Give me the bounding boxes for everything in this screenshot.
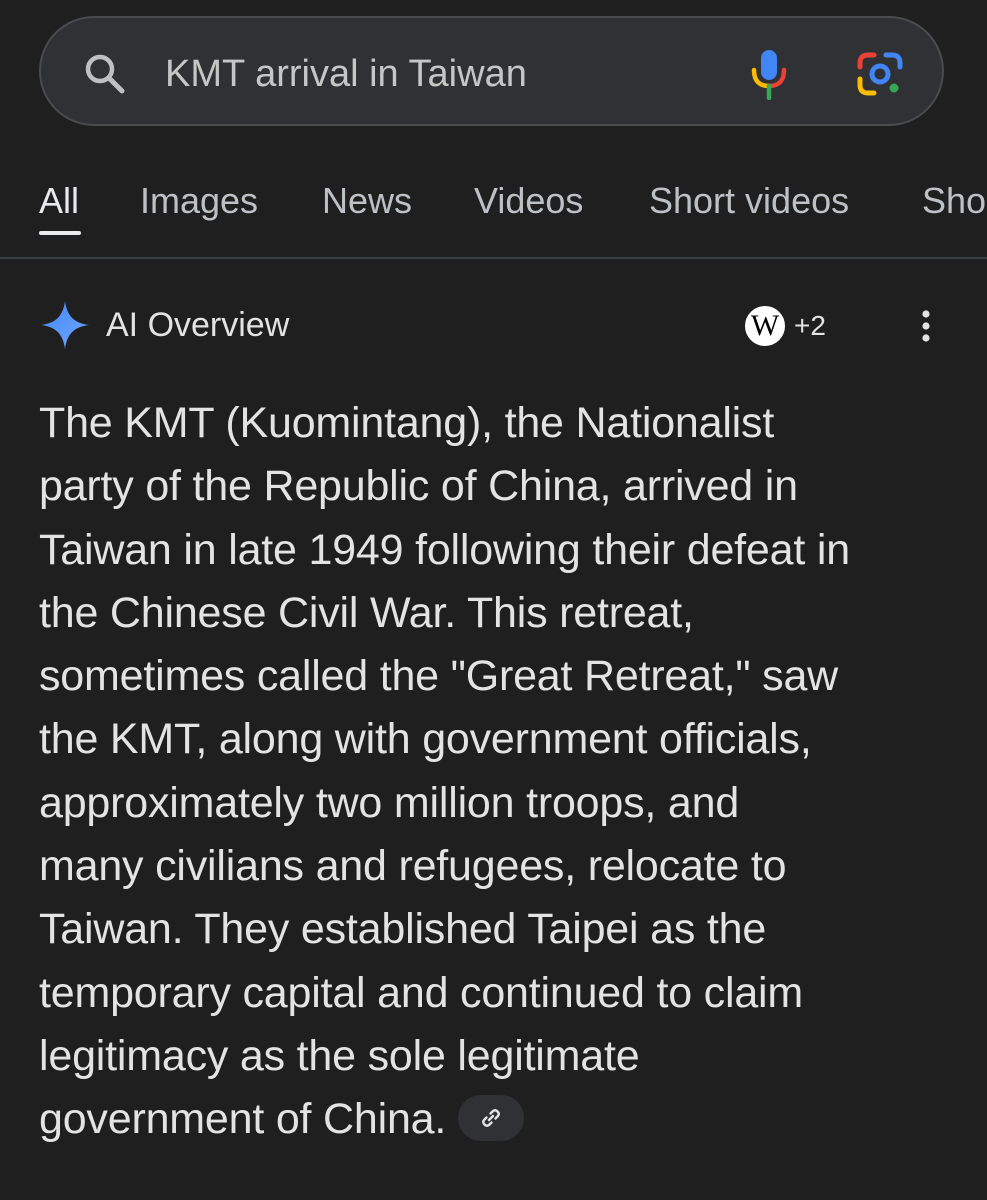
text-line: The KMT (Kuomintang), the Nationalist [39, 399, 775, 447]
text-line: party of the Republic of China, arrived … [39, 462, 798, 511]
text-line: the KMT, along with government officials… [39, 715, 812, 764]
tab-news[interactable]: News [322, 179, 412, 223]
search-input[interactable]: KMT arrival in Taiwan [165, 50, 527, 98]
source-count: +2 [794, 310, 826, 341]
text-line-last: government of China. [39, 1088, 964, 1151]
text-line: legitimacy as the sole legitimate [39, 1031, 640, 1080]
search-bar[interactable]: KMT arrival in Taiwan [39, 16, 944, 126]
active-tab-indicator [39, 231, 81, 235]
sparkle-icon [41, 301, 89, 349]
search-tabs: All Images News Videos Short videos Sho [0, 165, 987, 259]
ai-overview-header: AI Overview W +2 [0, 296, 987, 356]
text-line: Taiwan in late 1949 following their defe… [39, 525, 850, 574]
tab-short-videos[interactable]: Short videos [649, 179, 849, 223]
text-line: many civilians and refugees, relocate to [39, 842, 787, 891]
tab-all[interactable]: All [39, 179, 79, 223]
more-options-icon[interactable] [911, 308, 941, 344]
sources-button[interactable]: W +2 [742, 303, 826, 349]
google-lens-icon[interactable] [856, 51, 904, 97]
text-line: approximately two million troops, and [39, 778, 740, 827]
source-link-button[interactable] [458, 1094, 525, 1141]
microphone-icon[interactable] [749, 48, 789, 100]
ai-overview-title: AI Overview [106, 306, 290, 344]
ai-overview-text: The KMT (Kuomintang), the Nationalist pa… [39, 392, 964, 1152]
link-icon [482, 1108, 501, 1127]
text-line: the Chinese Civil War. This retreat, [39, 588, 694, 637]
text-line: Taiwan. They established Taipei as the [39, 905, 767, 954]
google-search-results-page: KMT arrival in Taiwan All Images News Vi… [0, 0, 987, 1200]
tab-videos[interactable]: Videos [474, 179, 583, 223]
text-line: sometimes called the "Great Retreat," sa… [39, 652, 839, 701]
tab-images[interactable]: Images [140, 179, 258, 223]
wikipedia-icon: W [742, 303, 788, 349]
text-line: government of China. [39, 1095, 447, 1144]
search-icon[interactable] [83, 52, 127, 96]
text-line: temporary capital and continued to claim [39, 968, 804, 1017]
tab-shopping[interactable]: Sho [922, 179, 986, 223]
